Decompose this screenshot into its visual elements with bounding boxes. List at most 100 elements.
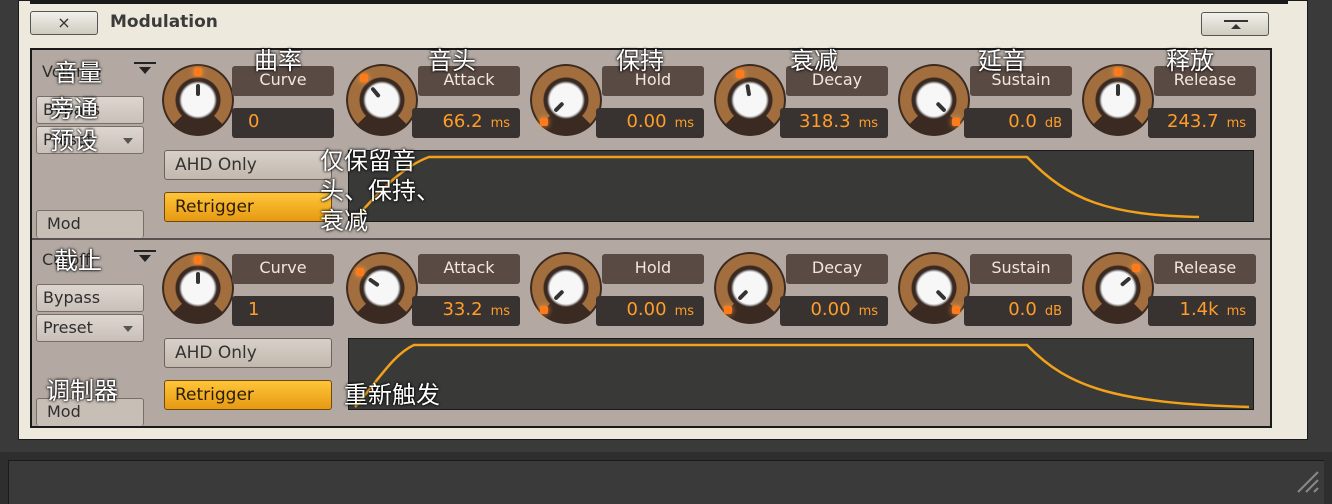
knob-indicator xyxy=(935,101,947,113)
knob-marker xyxy=(360,74,368,82)
sustain-knob[interactable] xyxy=(898,64,970,136)
release-value-number: 1.4k xyxy=(1179,299,1219,320)
knob-marker xyxy=(356,268,364,276)
knob-indicator xyxy=(935,289,947,301)
attack-value[interactable]: 66.2 ms xyxy=(412,108,520,138)
overlay-hold: 保持 xyxy=(616,47,664,75)
curve-label: Curve xyxy=(232,254,334,284)
curve-knob[interactable] xyxy=(162,252,234,324)
hold-knob[interactable] xyxy=(530,252,602,324)
preset-label: Preset xyxy=(43,318,93,337)
decay-knob[interactable] xyxy=(714,252,786,324)
overlay-sustain: 延音 xyxy=(978,47,1026,75)
release-unit: ms xyxy=(1226,116,1246,131)
sustain-value[interactable]: 0.0 dB xyxy=(964,296,1072,326)
section-menu-icon[interactable] xyxy=(134,250,158,264)
overlay-modulator: 调制器 xyxy=(46,377,118,405)
knob-marker xyxy=(736,70,744,78)
sustain-label: Sustain xyxy=(970,254,1072,284)
release-value[interactable]: 243.7 ms xyxy=(1148,108,1256,138)
knob-marker xyxy=(540,118,548,126)
hold-knob[interactable] xyxy=(530,64,602,136)
close-button[interactable]: × xyxy=(30,11,98,35)
curve-value[interactable]: 1 xyxy=(232,296,334,326)
collapse-button[interactable] xyxy=(1201,12,1269,36)
top-strip xyxy=(30,0,1288,4)
attack-unit: ms xyxy=(490,304,510,319)
knob-marker xyxy=(194,256,202,264)
release-value-number: 243.7 xyxy=(1167,111,1219,132)
resize-grip-icon[interactable] xyxy=(1294,468,1322,496)
attack-knob[interactable] xyxy=(346,252,418,324)
sustain-unit: dB xyxy=(1044,116,1062,131)
sustain-unit: dB xyxy=(1044,304,1062,319)
knob-indicator xyxy=(196,272,200,284)
hold-value[interactable]: 0.00 ms xyxy=(596,108,704,138)
overlay-bypass: 旁通 xyxy=(50,95,98,123)
envelope-curve xyxy=(354,343,1250,409)
chevron-down-icon xyxy=(123,326,133,332)
overlay-ahd-only: 仅保留音头、保持、衰减 xyxy=(320,147,440,235)
knob-indicator xyxy=(196,84,200,96)
knob-marker xyxy=(952,306,960,314)
decay-value-number: 0.00 xyxy=(810,299,851,320)
hold-value-number: 0.00 xyxy=(626,299,667,320)
decay-value-number: 318.3 xyxy=(799,111,851,132)
bypass-button[interactable]: Bypass xyxy=(36,284,144,312)
release-knob[interactable] xyxy=(1082,64,1154,136)
retrigger-button[interactable]: Retrigger xyxy=(164,192,332,222)
attack-unit: ms xyxy=(490,116,510,131)
envelope-display xyxy=(348,150,1254,222)
ahd-only-button[interactable]: AHD Only xyxy=(164,338,332,368)
knob-marker xyxy=(724,306,732,314)
curve-value[interactable]: 0 xyxy=(232,108,334,138)
section-menu-icon[interactable] xyxy=(134,62,158,76)
release-unit: ms xyxy=(1226,304,1246,319)
mod-tab[interactable]: Mod xyxy=(36,210,144,238)
knob-indicator xyxy=(745,83,752,97)
knob-marker xyxy=(194,68,202,76)
decay-unit: ms xyxy=(858,304,878,319)
hold-value-number: 0.00 xyxy=(626,111,667,132)
sustain-knob[interactable] xyxy=(898,252,970,324)
sustain-value-number: 0.0 xyxy=(1008,299,1037,320)
overlay-cutoff: 截止 xyxy=(54,247,102,275)
knob-indicator xyxy=(553,101,565,113)
bottom-bar xyxy=(8,460,1324,504)
attack-value-number: 66.2 xyxy=(442,111,483,132)
release-label: Release xyxy=(1154,254,1256,284)
knob-indicator xyxy=(553,289,565,301)
knob-marker xyxy=(1114,68,1122,76)
decay-value[interactable]: 0.00 ms xyxy=(780,296,888,326)
panel-title: Modulation xyxy=(110,12,218,32)
hold-unit: ms xyxy=(674,116,694,131)
knob-indicator xyxy=(737,289,749,301)
knob-indicator xyxy=(370,86,381,99)
attack-label: Attack xyxy=(418,254,520,284)
hold-unit: ms xyxy=(674,304,694,319)
attack-knob[interactable] xyxy=(346,64,418,136)
section-divider xyxy=(32,238,1270,240)
release-value[interactable]: 1.4k ms xyxy=(1148,296,1256,326)
decay-value[interactable]: 318.3 ms xyxy=(780,108,888,138)
envelope-display xyxy=(348,338,1254,410)
ahd-only-button[interactable]: AHD Only xyxy=(164,150,332,180)
hold-label: Hold xyxy=(602,254,704,284)
release-knob[interactable] xyxy=(1082,252,1154,324)
retrigger-button[interactable]: Retrigger xyxy=(164,380,332,410)
knob-indicator xyxy=(1116,84,1120,96)
curve-knob[interactable] xyxy=(162,64,234,136)
overlay-volume: 音量 xyxy=(54,59,102,87)
knob-marker xyxy=(540,306,548,314)
overlay-release: 释放 xyxy=(1166,47,1214,75)
sustain-value[interactable]: 0.0 dB xyxy=(964,108,1072,138)
attack-value[interactable]: 33.2 ms xyxy=(412,296,520,326)
preset-dropdown[interactable]: Preset xyxy=(36,314,144,342)
chevron-down-icon xyxy=(123,138,133,144)
envelope-curve xyxy=(354,155,1200,220)
knob-marker xyxy=(952,118,960,126)
decay-knob[interactable] xyxy=(714,64,786,136)
overlay-curve: 曲率 xyxy=(254,47,302,75)
attack-value-number: 33.2 xyxy=(442,299,483,320)
hold-value[interactable]: 0.00 ms xyxy=(596,296,704,326)
